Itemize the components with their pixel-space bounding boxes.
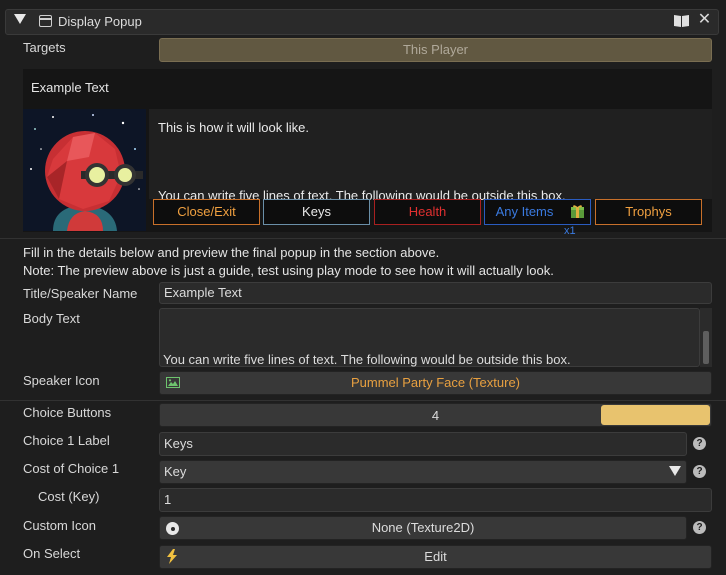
window-icon — [39, 15, 52, 27]
scrollbar-thumb[interactable] — [703, 331, 709, 364]
choice1-label-field[interactable]: Keys — [159, 432, 687, 456]
custom-icon-label: Custom Icon — [23, 518, 96, 533]
preview-choice-health: Health — [374, 199, 481, 225]
slider-handle[interactable] — [601, 405, 710, 425]
preview-title: Example Text — [31, 80, 109, 95]
close-icon[interactable]: ✕ — [697, 11, 712, 28]
cost-key-field[interactable]: 1 — [159, 488, 712, 512]
item-count: x1 — [564, 225, 576, 237]
help-icon[interactable]: ? — [693, 521, 706, 534]
divider — [0, 238, 726, 239]
cost-choice1-label: Cost of Choice 1 — [23, 461, 120, 476]
instructions-text: Fill in the details below and preview th… — [23, 245, 440, 260]
speaker-icon-field[interactable]: Pummel Party Face (Texture) — [159, 371, 712, 395]
cost-choice1-dropdown[interactable]: Key — [159, 460, 687, 484]
speaker-portrait — [23, 109, 146, 231]
image-icon — [166, 377, 180, 388]
preview-note-text: Note: The preview above is just a guide,… — [23, 263, 554, 278]
gift-box-icon — [571, 205, 584, 218]
targets-button[interactable]: This Player — [159, 38, 712, 62]
preview-body-line1: This is how it will look like. — [158, 120, 309, 135]
help-icon[interactable]: ? — [693, 465, 706, 478]
component-title: Display Popup — [58, 14, 142, 29]
object-picker-icon[interactable] — [166, 522, 179, 535]
lightning-bolt-icon — [167, 549, 177, 564]
targets-label: Targets — [23, 40, 66, 55]
help-icon[interactable]: ? — [693, 437, 706, 450]
choice-buttons-label: Choice Buttons — [23, 405, 112, 420]
title-speaker-field[interactable]: Example Text — [159, 282, 712, 304]
book-icon[interactable] — [673, 13, 690, 28]
foldout-arrow-icon[interactable] — [14, 14, 26, 24]
body-text-label: Body Text — [23, 311, 80, 326]
choice1-label: Choice 1 Label — [23, 433, 110, 448]
body-text-value: You can write five lines of text. The fo… — [163, 352, 571, 367]
preview-choice-close: Close/Exit — [153, 199, 260, 225]
preview-choice-keys: Keys — [263, 199, 370, 225]
cost-key-label: Cost (Key) — [38, 489, 100, 504]
on-select-label: On Select — [23, 546, 81, 561]
chevron-down-icon[interactable] — [669, 466, 681, 476]
preview-choice-trophys: Trophys — [595, 199, 702, 225]
speaker-icon-label: Speaker Icon — [23, 373, 100, 388]
divider — [0, 400, 726, 401]
title-speaker-label: Title/Speaker Name — [23, 286, 138, 301]
custom-icon-field[interactable]: None (Texture2D) — [159, 516, 687, 540]
on-select-edit-button[interactable]: Edit — [159, 545, 712, 569]
